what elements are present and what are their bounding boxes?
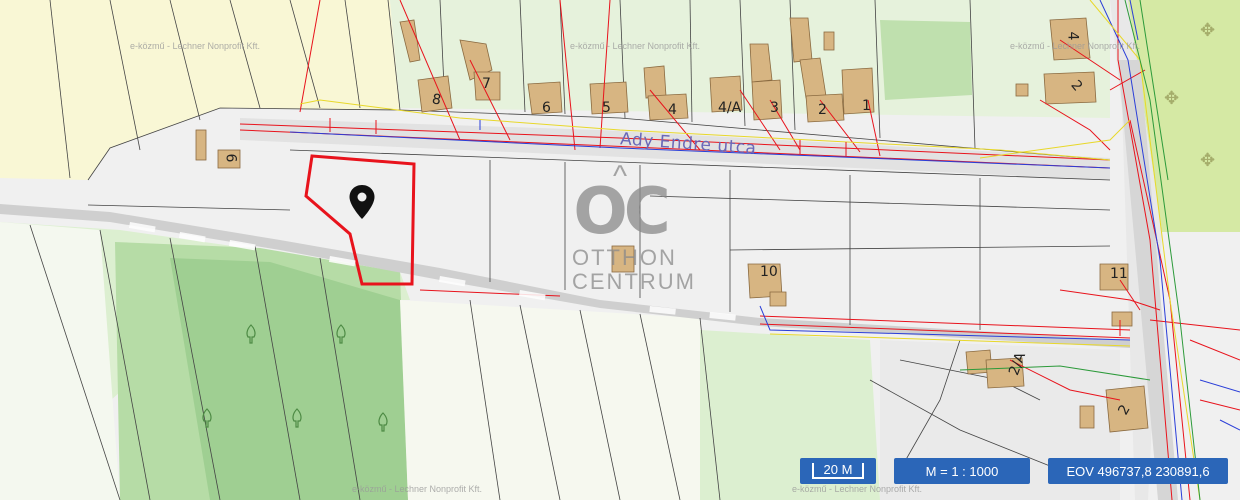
house-number: 6: [542, 100, 551, 116]
scale-bar-label: 20 M: [811, 463, 865, 479]
location-pin-icon[interactable]: [348, 184, 376, 220]
tree-icon: [246, 324, 256, 344]
cadastral-map[interactable]: ✥ ✥ ✥ e-közmű - Lechner Nonprofit Kft. e…: [0, 0, 1240, 500]
house-number: 5: [602, 100, 611, 116]
brand-line-1: OTTHON: [572, 245, 677, 270]
zoom-ratio-button[interactable]: M = 1 : 1000: [894, 458, 1030, 484]
brand-logo: OC: [573, 175, 670, 249]
cross-icon: ✥: [1164, 88, 1180, 109]
brand-line-2: CENTRUM: [572, 269, 696, 294]
cross-icon: ✥: [1200, 20, 1216, 41]
house-number: 4: [668, 102, 677, 118]
house-number: 4: [1064, 31, 1081, 41]
house-number: 11: [1110, 266, 1128, 282]
scale-bar: 20 M: [800, 458, 876, 484]
cross-icon: ✥: [1200, 150, 1216, 171]
coordinates-display: EOV 496737,8 230891,6: [1048, 458, 1228, 484]
watermark: e-közmű - Lechner Nonprofit Kft.: [130, 41, 261, 51]
watermark: e-közmű - Lechner Nonprofit Kft.: [570, 41, 701, 51]
brand-watermark: ^ OC OTTHON CENTRUM: [572, 162, 696, 294]
tree-icon: [378, 412, 388, 432]
house-number: 2: [818, 102, 827, 118]
watermark: e-közmű - Lechner Nonprofit Kft.: [352, 484, 483, 494]
tree-icon: [336, 324, 346, 344]
house-number: 1: [862, 98, 871, 114]
tree-icon: [292, 408, 302, 428]
house-number: 10: [760, 264, 778, 280]
tree-icon: [202, 408, 212, 428]
watermark: e-közmű - Lechner Nonprofit Kft.: [792, 484, 923, 494]
house-number: 7: [482, 76, 491, 92]
house-number: 3: [770, 100, 779, 116]
watermark: e-közmű - Lechner Nonprofit Kft.: [1010, 41, 1141, 51]
house-number: 6: [222, 153, 239, 163]
house-number: 4/A: [718, 100, 742, 116]
